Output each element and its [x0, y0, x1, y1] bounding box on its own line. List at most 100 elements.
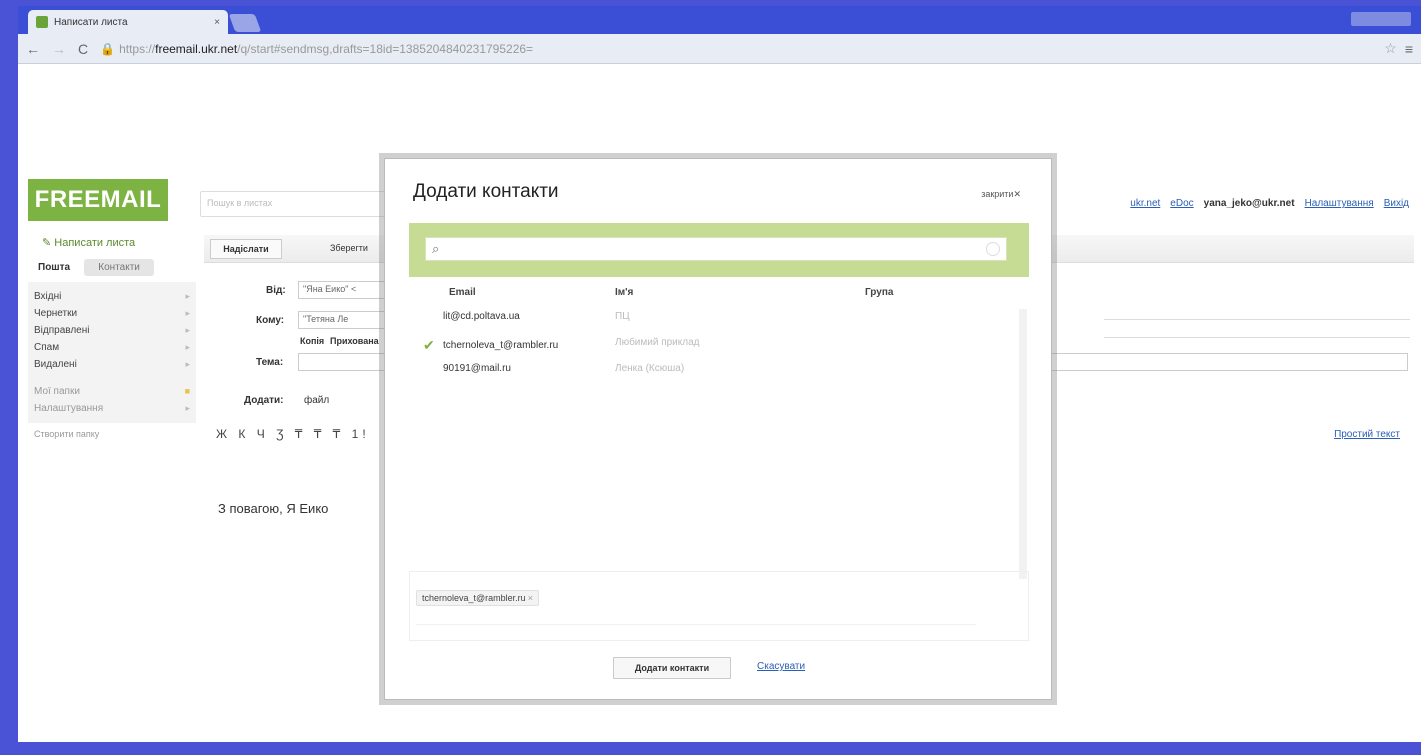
folder-name: Відправлені [34, 325, 90, 336]
header-links: ukr.net eDoc yana_jeko@ukr.net Налаштува… [1130, 198, 1409, 209]
column-group[interactable]: Група [865, 287, 893, 298]
mail-search-input[interactable]: Пошук в листах [200, 191, 400, 217]
sidebar: ✎ Написати листа Пошта Контакти Вхідні ▸ … [28, 230, 196, 445]
column-email[interactable]: Email [409, 287, 615, 298]
user-email: yana_jeko@ukr.net [1203, 198, 1295, 209]
cancel-link[interactable]: Скасувати [757, 661, 805, 672]
url-path: /q/start#sendmsg,drafts=18id=13852048402… [237, 41, 534, 56]
window-controls[interactable] [1351, 12, 1411, 26]
send-button[interactable]: Надіслати [210, 239, 282, 259]
tab-title: Написати листа [54, 16, 128, 28]
tab-mail[interactable]: Пошта [32, 259, 76, 276]
selected-contact-chip[interactable]: tchernoleva_t@rambler.ru × [416, 590, 539, 606]
clear-search-icon[interactable] [986, 242, 1000, 256]
contact-email: tchernoleva_t@rambler.ru [443, 340, 559, 351]
new-tab-button[interactable] [228, 14, 262, 32]
dialog-title: Додати контакти [413, 181, 559, 202]
folder-name: Мої папки [34, 386, 80, 397]
cc-field-extension [1104, 337, 1410, 338]
back-arrow-icon[interactable]: ← [26, 41, 40, 57]
folder-item[interactable]: Налаштування ▸ [34, 400, 190, 417]
attach-file-link[interactable]: файл [304, 395, 329, 406]
contact-search-bar: ⌕ [409, 223, 1029, 277]
header-link-ukrnet[interactable]: ukr.net [1130, 198, 1160, 209]
folder-item[interactable]: Спам ▸ [34, 339, 190, 356]
contact-email: 90191@mail.ru [443, 363, 511, 374]
address-bar[interactable]: 🔒 https:// freemail.ukr.net /q/start#sen… [100, 42, 1376, 56]
settings-link[interactable]: Налаштування [1305, 198, 1374, 209]
folder-arrow-icon: ▸ [185, 359, 190, 369]
title-bar: Написати листа × [18, 6, 1421, 34]
checkmark-icon[interactable]: ✔ [423, 337, 439, 354]
folder-arrow-icon: ▸ [185, 403, 190, 413]
save-draft-button[interactable]: Зберегти [330, 243, 368, 253]
forward-arrow-icon[interactable]: → [52, 41, 66, 57]
format-toolbar[interactable]: Ж К Ч Ʒ ₸ ₸ ₸ 1! [216, 427, 370, 441]
attach-label: Додати: [244, 395, 284, 406]
folder-item[interactable]: Відправлені ▸ [34, 322, 190, 339]
add-contacts-button[interactable]: Додати контакти [613, 657, 731, 679]
bcc-link[interactable]: Прихована [330, 336, 379, 346]
folder-list: Вхідні ▸ Чернетки ▸ Відправлені ▸ Спам ▸ Вид… [28, 282, 196, 423]
contacts-scrollbar[interactable] [1019, 309, 1027, 579]
browser-tab[interactable]: Написати листа × [28, 10, 228, 34]
browser-window: Написати листа × ← → C 🔒 https:// freema… [18, 6, 1421, 742]
folder-name: Чернетки [34, 308, 78, 319]
favicon-icon [36, 16, 48, 28]
search-icon: ⌕ [432, 241, 440, 256]
folder-item[interactable]: Видалені ▸ [34, 356, 190, 373]
chip-label: tchernoleva_t@rambler.ru [422, 593, 526, 603]
lock-icon: 🔒 [100, 41, 116, 56]
dialog-close-button[interactable]: закрити✕ [981, 189, 1021, 200]
contact-email: lit@cd.poltava.ua [443, 311, 520, 322]
folder-arrow-icon: ▸ [185, 308, 190, 318]
reload-icon[interactable]: C [78, 41, 88, 57]
folder-item[interactable]: Вхідні ▸ [34, 288, 190, 305]
message-body[interactable]: З повагою, Я Еико [218, 501, 328, 516]
logout-link[interactable]: Вихід [1384, 198, 1409, 209]
contact-name: ПЦ [615, 311, 630, 322]
sidebar-tabs: Пошта Контакти [28, 259, 196, 276]
contact-row[interactable]: lit@cd.poltava.ua ПЦ [409, 311, 1029, 322]
compose-button[interactable]: ✎ Написати листа [28, 230, 196, 255]
add-contacts-dialog: Додати контакти закрити✕ ⌕ Email Ім'я Гр… [384, 158, 1052, 700]
contact-row[interactable]: 90191@mail.ru Ленка (Ксюша) [409, 363, 1029, 374]
cc-link[interactable]: Копія [300, 336, 324, 346]
contact-row[interactable]: ✔ tchernoleva_t@rambler.ru Любимий прикла… [409, 337, 1029, 354]
browser-toolbar: ← → C 🔒 https:// freemail.ukr.net /q/sta… [18, 34, 1421, 64]
selected-contacts-box: tchernoleva_t@rambler.ru × [409, 571, 1029, 641]
to-field-extension [1104, 319, 1410, 320]
folder-arrow-icon: ▸ [185, 325, 190, 335]
create-folder-link[interactable]: Створити папку [28, 423, 196, 445]
close-icon: ✕ [1013, 189, 1021, 199]
header-link-edoc[interactable]: eDoc [1170, 198, 1193, 209]
contact-name: Ленка (Ксюша) [615, 363, 685, 374]
tab-close-icon[interactable]: × [214, 17, 220, 28]
folder-separator [34, 373, 190, 383]
page-content: FREEMAIL Пошук в листах ukr.net eDoc yan… [18, 65, 1421, 742]
contact-search-input[interactable]: ⌕ [425, 237, 1007, 261]
freemail-logo[interactable]: FREEMAIL [28, 179, 168, 221]
tab-contacts[interactable]: Контакти [84, 259, 155, 276]
folder-name: Вхідні [34, 291, 62, 302]
folder-item[interactable]: Мої папки ■ [34, 383, 190, 400]
folder-name: Спам [34, 342, 60, 353]
menu-icon[interactable]: ≡ [1405, 41, 1413, 57]
folder-name: Налаштування [34, 403, 104, 414]
contacts-table-header: Email Ім'я Група [409, 287, 1029, 298]
chip-remove-icon[interactable]: × [528, 593, 533, 603]
from-label: Від: [266, 285, 286, 296]
url-scheme: https:// [119, 41, 156, 56]
subject-label: Тема: [256, 357, 284, 368]
url-domain: freemail.ukr.net [155, 41, 238, 56]
folder-arrow-icon: ▸ [185, 291, 190, 301]
plain-text-link[interactable]: Простий текст [1334, 429, 1400, 440]
folder-name: Видалені [34, 359, 77, 370]
folder-tag-icon: ■ [184, 386, 190, 396]
folder-item[interactable]: Чернетки ▸ [34, 305, 190, 322]
column-name[interactable]: Ім'я [615, 287, 865, 298]
divider [416, 624, 976, 625]
contact-name: Любимий приклад [615, 337, 700, 348]
star-icon[interactable]: ☆ [1384, 40, 1397, 57]
to-label: Кому: [256, 315, 285, 326]
